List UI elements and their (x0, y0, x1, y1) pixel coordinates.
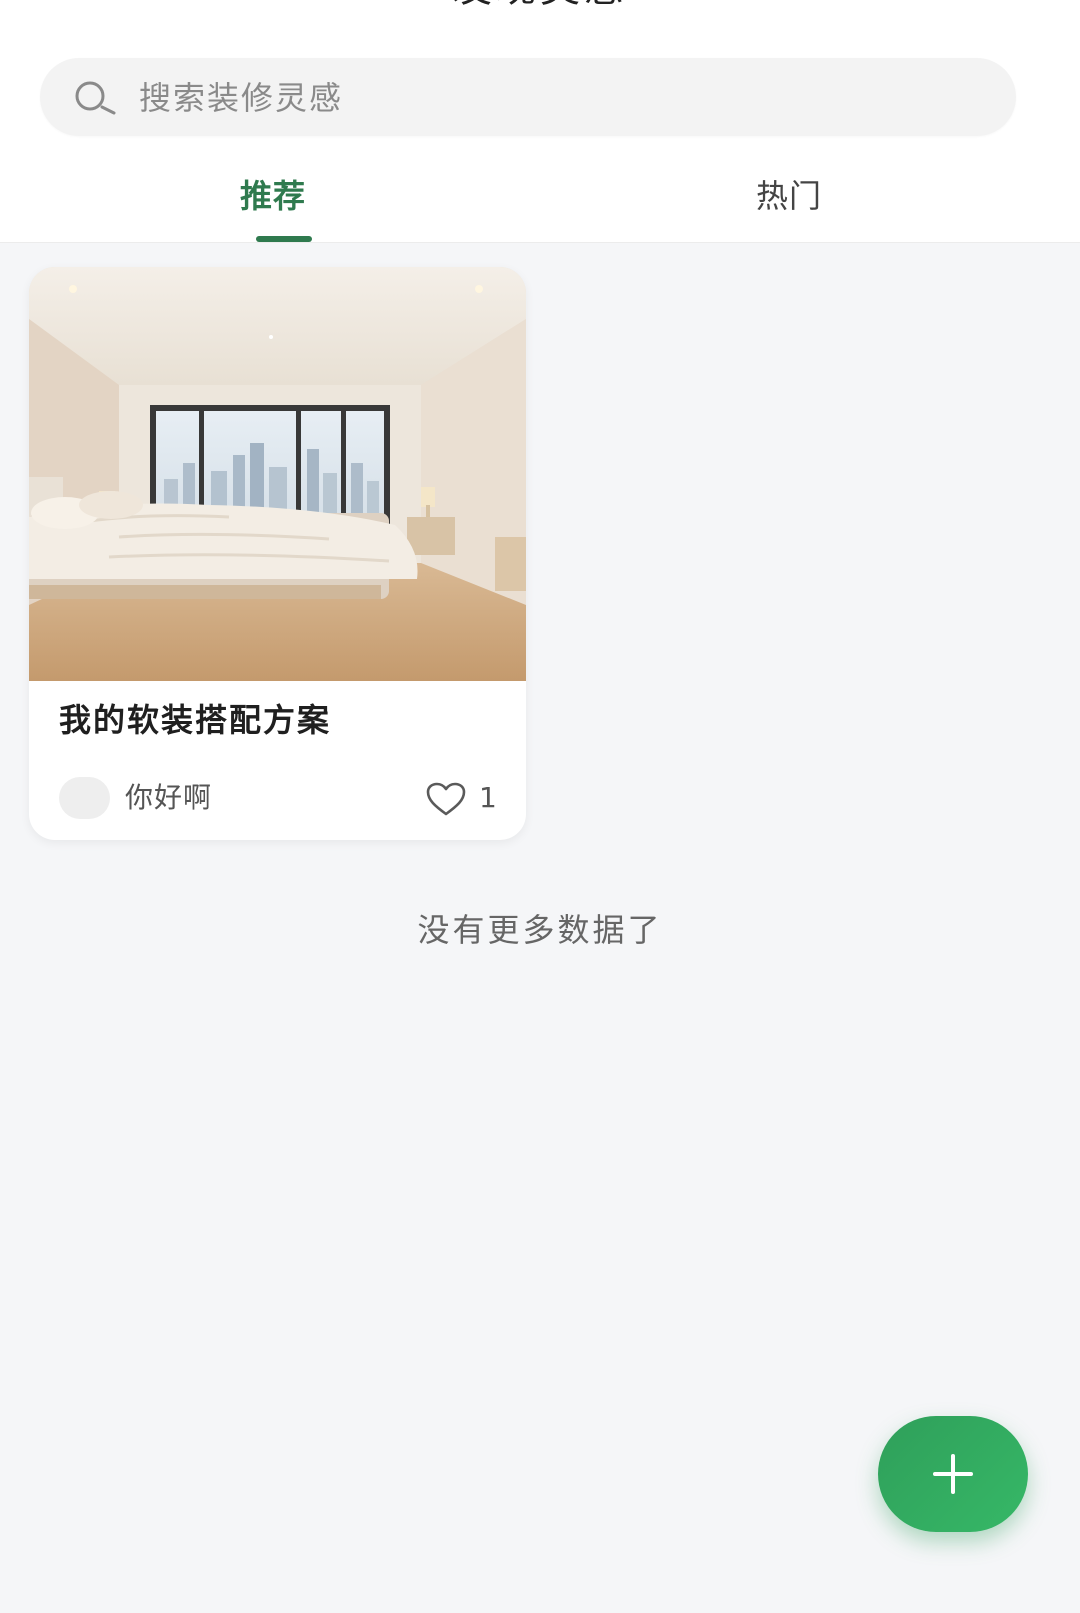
search-placeholder: 搜索装修灵感 (139, 79, 344, 117)
top-header: 发现灵感 搜索装修灵感 推荐 热门 (0, 0, 1080, 243)
avatar[interactable] (59, 777, 110, 819)
heart-icon[interactable] (425, 781, 467, 817)
like-count: 1 (479, 781, 497, 814)
tab-hot[interactable]: 热门 (756, 173, 846, 219)
page-title: 发现灵感 (0, 0, 1080, 12)
tab-recommend[interactable]: 推荐 (240, 173, 330, 219)
end-of-list-text: 没有更多数据了 (417, 911, 663, 949)
author-name: 你好啊 (125, 781, 213, 814)
search-icon (75, 81, 116, 115)
bedroom-photo (29, 267, 526, 681)
add-post-button[interactable] (878, 1416, 1028, 1532)
inspiration-card[interactable]: 我的软装搭配方案 你好啊 1 (29, 267, 526, 840)
card-title: 我的软装搭配方案 (59, 701, 332, 739)
active-tab-indicator (256, 236, 312, 242)
plus-icon (933, 1454, 973, 1494)
